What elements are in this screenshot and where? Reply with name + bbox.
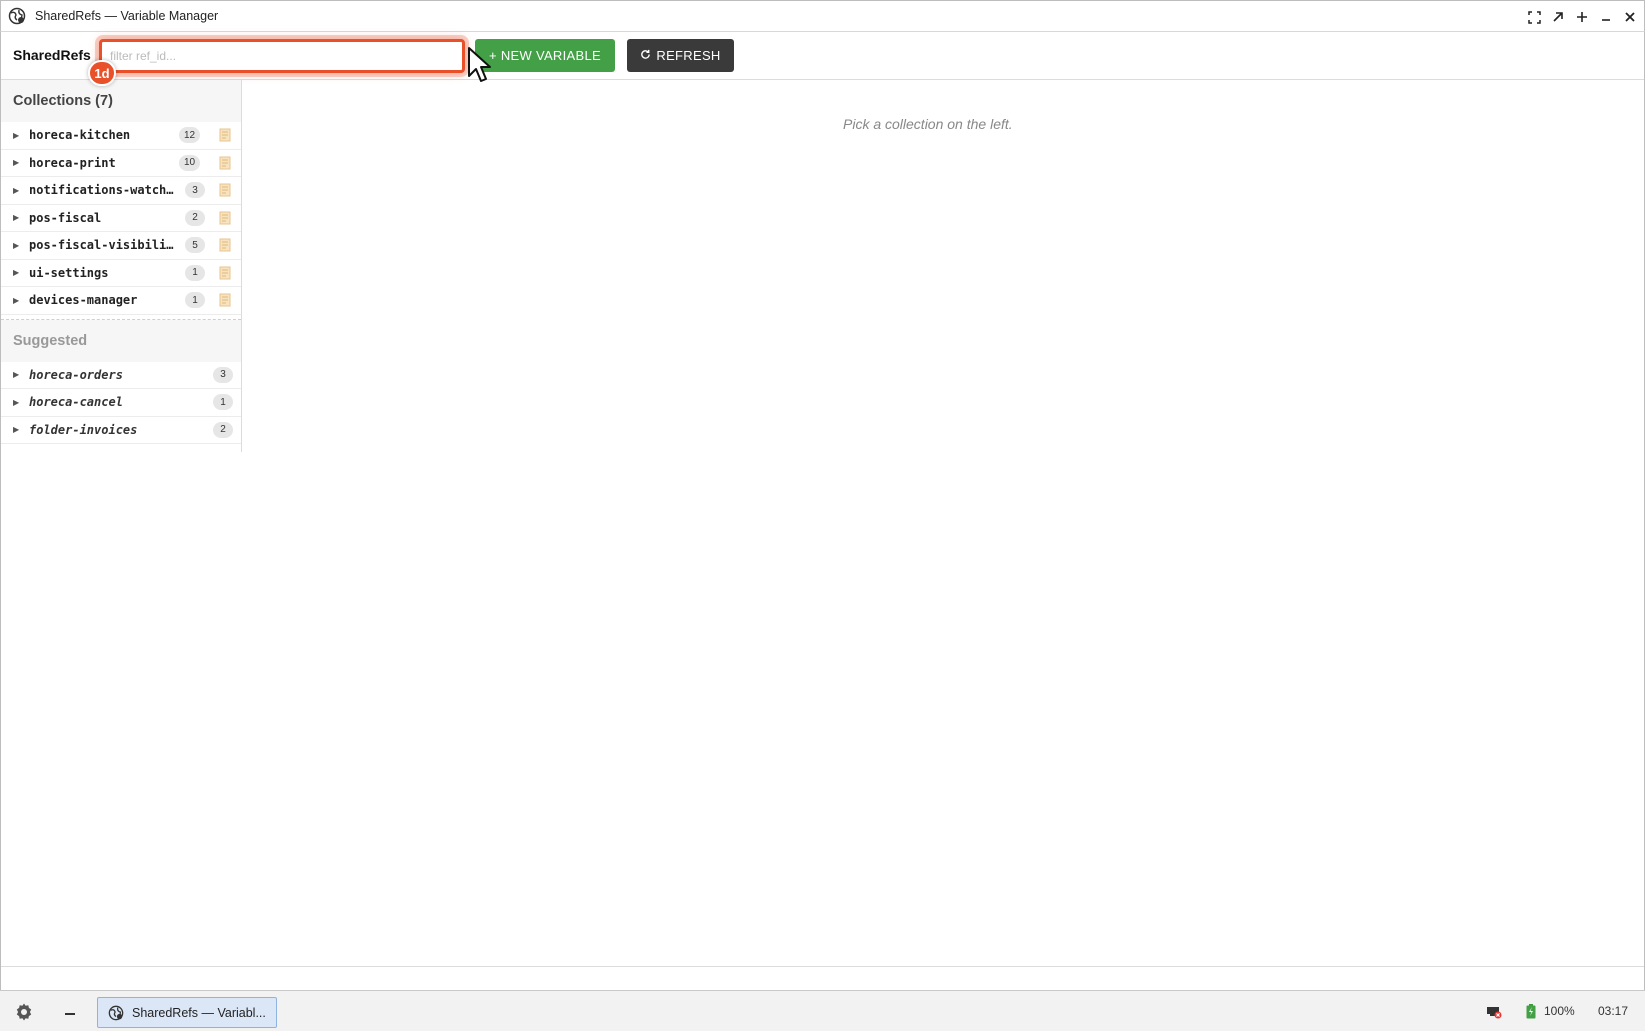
collection-item[interactable]: ▶ horeca-print 10 bbox=[1, 150, 241, 177]
count-badge: 3 bbox=[185, 182, 205, 199]
app-window: SharedRefs + NEW VARIABLE REFRESH 1d Col… bbox=[0, 32, 1645, 990]
count-badge: 2 bbox=[213, 421, 233, 438]
globe-app-icon bbox=[7, 6, 27, 26]
minimize-icon[interactable] bbox=[1598, 9, 1614, 25]
collections-section: Collections (7) bbox=[1, 80, 241, 122]
note-icon[interactable] bbox=[219, 183, 231, 197]
suggested-heading: Suggested bbox=[13, 332, 88, 349]
expand-triangle-icon[interactable]: ▶ bbox=[13, 241, 25, 250]
note-icon[interactable] bbox=[219, 293, 231, 307]
detach-arrow-icon[interactable] bbox=[1550, 9, 1566, 25]
collection-name: pos-fiscal bbox=[29, 210, 102, 225]
count-badge: 2 bbox=[185, 209, 205, 226]
show-desktop-icon[interactable] bbox=[64, 1004, 76, 1020]
refresh-label: REFRESH bbox=[656, 48, 721, 63]
expand-triangle-icon[interactable]: ▶ bbox=[13, 213, 25, 222]
new-variable-button[interactable]: + NEW VARIABLE bbox=[475, 39, 615, 72]
expand-triangle-icon[interactable]: ▶ bbox=[13, 370, 25, 379]
suggested-item[interactable]: ▶ folder-invoices 2 bbox=[1, 417, 241, 444]
sidebar: Collections (7) ▶ horeca-kitchen 12 ▶ ho… bbox=[1, 80, 242, 452]
suggested-name: horeca-cancel bbox=[29, 395, 123, 410]
note-icon[interactable] bbox=[219, 238, 231, 252]
count-badge: 12 bbox=[179, 127, 201, 144]
suggested-name: horeca-orders bbox=[29, 367, 123, 382]
collection-item[interactable]: ▶ notifications-watchers 3 bbox=[1, 177, 241, 205]
note-icon[interactable] bbox=[219, 156, 231, 170]
network-disconnected-icon[interactable] bbox=[1486, 1003, 1502, 1019]
count-badge: 10 bbox=[179, 154, 201, 171]
expand-triangle-icon[interactable]: ▶ bbox=[13, 398, 25, 407]
collection-item[interactable]: ▶ pos-fiscal 2 bbox=[1, 205, 241, 232]
collection-item[interactable]: ▶ devices-manager 1 bbox=[1, 287, 241, 315]
collection-name: notifications-watchers bbox=[29, 183, 174, 198]
toolbar: SharedRefs + NEW VARIABLE REFRESH bbox=[1, 32, 1644, 80]
battery-percentage: 100% bbox=[1544, 1004, 1575, 1018]
empty-state-message: Pick a collection on the left. bbox=[843, 116, 1013, 132]
expand-triangle-icon[interactable]: ▶ bbox=[13, 158, 25, 167]
taskbar: SharedRefs — Variabl... 100% 03:17 bbox=[0, 990, 1645, 1031]
settings-gear-icon[interactable] bbox=[14, 1002, 34, 1022]
collection-name: horeca-print bbox=[29, 155, 116, 170]
count-badge: 5 bbox=[185, 237, 205, 254]
expand-triangle-icon[interactable]: ▶ bbox=[13, 296, 25, 305]
taskbar-window-button[interactable]: SharedRefs — Variabl... bbox=[97, 997, 277, 1028]
collection-name: devices-manager bbox=[29, 293, 138, 308]
collection-item[interactable]: ▶ ui-settings 1 bbox=[1, 260, 241, 287]
suggested-list: ▶ horeca-orders 3 ▶ horeca-cancel 1 ▶ fo… bbox=[1, 362, 241, 444]
expand-triangle-icon[interactable]: ▶ bbox=[13, 131, 25, 140]
close-icon[interactable] bbox=[1622, 9, 1638, 25]
brand-label: SharedRefs bbox=[13, 47, 91, 63]
globe-app-icon bbox=[108, 1005, 124, 1021]
collection-name: ui-settings bbox=[29, 265, 109, 280]
collection-item[interactable]: ▶ horeca-kitchen 12 bbox=[1, 122, 241, 150]
collection-item[interactable]: ▶ pos-fiscal-visibility 5 bbox=[1, 232, 241, 260]
filter-input-wrapper[interactable] bbox=[99, 39, 465, 73]
window-controls bbox=[1526, 1, 1638, 33]
expand-triangle-icon[interactable]: ▶ bbox=[13, 425, 25, 434]
window-titlebar: SharedRefs — Variable Manager bbox=[0, 0, 1645, 32]
clock[interactable]: 03:17 bbox=[1598, 1004, 1628, 1018]
collection-name: pos-fiscal-visibility bbox=[29, 238, 174, 253]
suggested-name: folder-invoices bbox=[29, 422, 138, 437]
count-badge: 1 bbox=[185, 292, 205, 309]
collections-list: ▶ horeca-kitchen 12 ▶ horeca-print 10 ▶ … bbox=[1, 122, 241, 315]
expand-triangle-icon[interactable]: ▶ bbox=[13, 186, 25, 195]
note-icon[interactable] bbox=[219, 211, 231, 225]
annotation-badge: 1d bbox=[88, 60, 116, 86]
suggested-item[interactable]: ▶ horeca-orders 3 bbox=[1, 362, 241, 389]
expand-triangle-icon[interactable]: ▶ bbox=[13, 268, 25, 277]
collections-heading: Collections (7) bbox=[13, 93, 113, 109]
collection-name: horeca-kitchen bbox=[29, 128, 131, 143]
note-icon[interactable] bbox=[219, 128, 231, 142]
suggested-section: Suggested bbox=[1, 319, 241, 362]
count-badge: 1 bbox=[213, 394, 233, 411]
maximize-plus-icon[interactable] bbox=[1574, 9, 1590, 25]
refresh-button[interactable]: REFRESH bbox=[627, 39, 734, 72]
fullscreen-icon[interactable] bbox=[1526, 9, 1542, 25]
count-badge: 3 bbox=[213, 366, 233, 383]
note-icon[interactable] bbox=[219, 266, 231, 280]
count-badge: 1 bbox=[185, 264, 205, 281]
suggested-item[interactable]: ▶ horeca-cancel 1 bbox=[1, 389, 241, 417]
mouse-cursor-icon bbox=[467, 46, 493, 89]
filter-ref-id-input[interactable] bbox=[102, 42, 462, 70]
status-divider bbox=[1, 966, 1644, 967]
window-title: SharedRefs — Variable Manager bbox=[35, 9, 219, 23]
refresh-icon bbox=[640, 48, 651, 63]
taskbar-window-label: SharedRefs — Variabl... bbox=[132, 1005, 266, 1020]
battery-charging-icon[interactable] bbox=[1526, 1004, 1536, 1019]
new-variable-label: + NEW VARIABLE bbox=[489, 48, 601, 63]
